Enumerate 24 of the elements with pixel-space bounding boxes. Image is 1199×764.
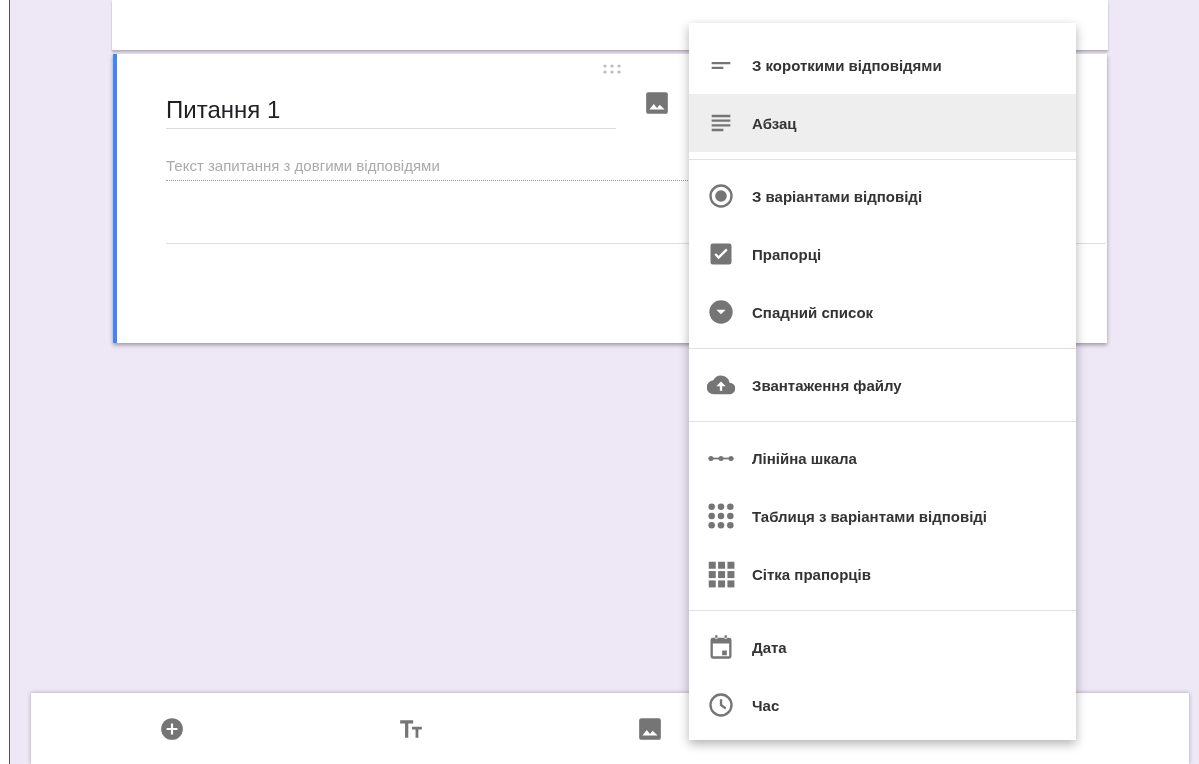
image-button[interactable] — [637, 715, 663, 742]
menu-item[interactable]: З короткими відповідями — [689, 36, 1076, 94]
menu-item[interactable]: Час — [689, 676, 1076, 734]
add-button[interactable] — [159, 715, 185, 742]
question-title-field[interactable]: Питання 1 — [166, 96, 616, 129]
menu-item[interactable]: Звантаження файлу — [689, 356, 1076, 414]
menu-item[interactable]: Прапорці — [689, 225, 1076, 283]
menu-item[interactable]: Лінійна шкала — [689, 429, 1076, 487]
dropdown-icon — [707, 298, 735, 326]
clock-icon — [707, 691, 735, 719]
square-grid-icon — [707, 560, 735, 588]
menu-item[interactable]: Таблиця з варіантами відповіді — [689, 487, 1076, 545]
image-icon — [637, 715, 663, 742]
menu-item[interactable]: Дата — [689, 618, 1076, 676]
menu-item[interactable]: Абзац — [689, 94, 1076, 152]
dot-grid-icon — [707, 502, 735, 530]
linear-scale-icon — [708, 455, 734, 461]
image-icon[interactable] — [644, 90, 670, 116]
radio-icon — [707, 182, 735, 210]
drag-handle-icon[interactable] — [601, 64, 623, 74]
menu-item[interactable]: Спадний список — [689, 283, 1076, 341]
add-circle-icon — [159, 715, 185, 742]
menu-item[interactable]: Сітка прапорців — [689, 545, 1076, 603]
short-lines-icon — [711, 61, 731, 69]
